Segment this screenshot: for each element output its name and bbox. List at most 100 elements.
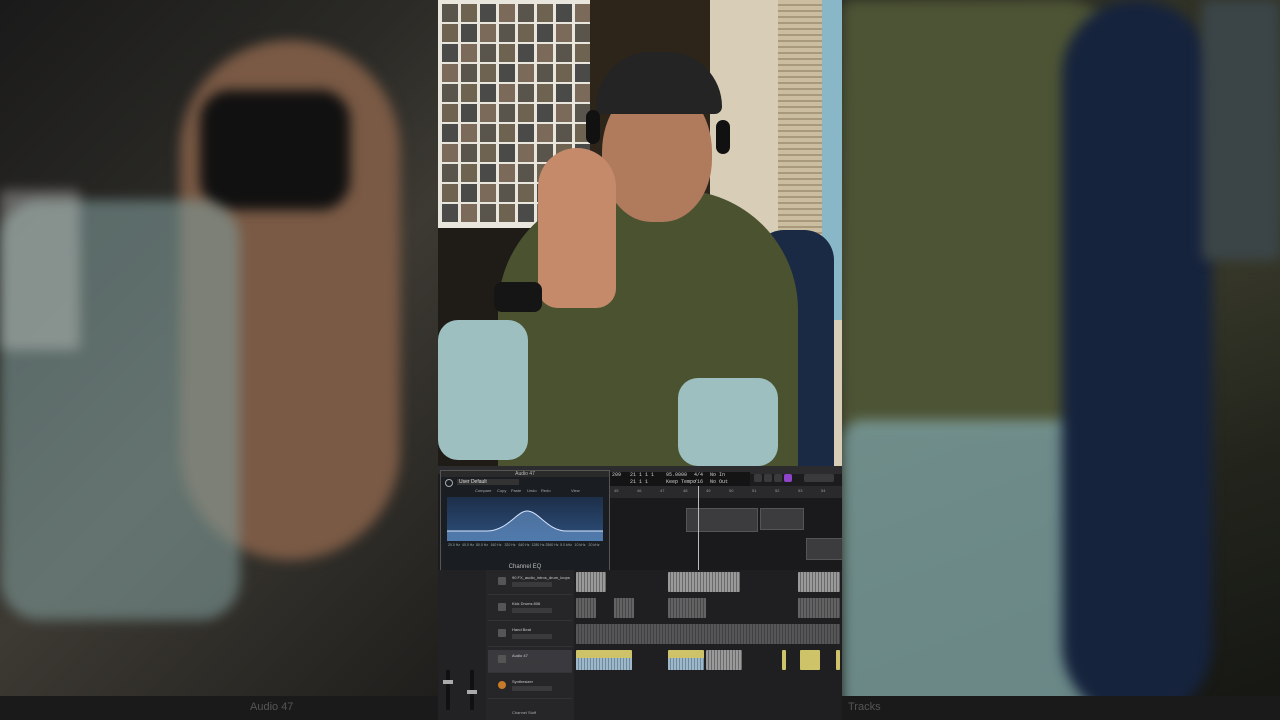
fader-cap[interactable] [467, 690, 477, 694]
synth-icon [498, 681, 506, 689]
wall-photo [537, 4, 553, 22]
eq-band-value[interactable]: 80.0 Hz [475, 543, 489, 547]
track-name[interactable]: Hand Beat [512, 627, 531, 632]
lcd-position: 21 1 1 1 [630, 472, 655, 478]
audio-region[interactable] [668, 572, 740, 592]
wall-photo [556, 44, 572, 62]
mute-solo-buttons[interactable] [512, 660, 552, 665]
eq-band-value[interactable]: 320 Hz [503, 543, 517, 547]
channel-fader-left[interactable] [446, 670, 450, 710]
wall-photo [442, 104, 458, 122]
lcd-tempo[interactable]: 95.0000 [666, 472, 687, 479]
ruler-tick: 50 [729, 488, 734, 493]
blurred-keyboard [0, 190, 80, 350]
track-header[interactable]: Kick Drums 806 [488, 598, 572, 621]
wall-photo [518, 44, 534, 62]
view-menu[interactable]: View [571, 488, 580, 493]
wall-photo [499, 84, 515, 102]
compare-button[interactable]: Compare [475, 488, 491, 493]
mute-solo-buttons[interactable] [512, 608, 552, 613]
solo-button[interactable] [784, 474, 792, 482]
headphone-right [716, 120, 730, 154]
wall-photo [556, 64, 572, 82]
audio-region[interactable] [836, 650, 840, 670]
lcd-key[interactable]: No In [710, 472, 725, 479]
track-headers: 90 FX_audio_intros_drum_loops Kick Drums… [486, 570, 574, 720]
lcd-tempo-mode[interactable]: Keep Tempo [666, 479, 696, 486]
audio-region[interactable] [576, 598, 596, 618]
wall-photo [461, 204, 477, 222]
mute-solo-buttons[interactable] [512, 634, 552, 639]
track-header-selected[interactable]: Audio 47 [488, 650, 572, 673]
wall-photo [575, 4, 591, 22]
audio-region[interactable] [800, 650, 820, 670]
wall-photo [518, 144, 534, 162]
redo-button[interactable]: Redo [541, 488, 551, 493]
wall-photo [442, 184, 458, 202]
eq-graph[interactable] [447, 497, 603, 541]
wall-photo [556, 24, 572, 42]
playhead[interactable] [698, 486, 699, 571]
wall-photo [480, 4, 496, 22]
audio-region[interactable] [576, 572, 606, 592]
lcd-out[interactable]: No Out [710, 479, 728, 486]
wall-photo [537, 44, 553, 62]
track-name[interactable]: Audio 47 [512, 653, 528, 658]
eq-band-value[interactable]: 20.0 Hz [447, 543, 461, 547]
tuner-button[interactable] [774, 474, 782, 482]
plugin-header-buttons: Compare Copy Paste Undo Redo View [445, 488, 605, 493]
eq-band-value[interactable]: 40.0 Hz [461, 543, 475, 547]
region[interactable] [760, 508, 804, 530]
track-name[interactable]: Kick Drums 806 [512, 601, 540, 606]
wall-photo [461, 164, 477, 182]
track-header[interactable]: 90 FX_audio_intros_drum_loops [488, 572, 572, 595]
track-header[interactable]: Hand Beat [488, 624, 572, 647]
preset-menu[interactable]: User Default [457, 479, 519, 485]
audio-region[interactable] [798, 572, 840, 592]
undo-button[interactable]: Undo [527, 488, 537, 493]
audio-region[interactable] [576, 624, 840, 644]
wall-photo [461, 124, 477, 142]
blurred-window [1202, 0, 1280, 260]
wall-photo [442, 204, 458, 222]
mute-solo-buttons[interactable] [512, 686, 552, 691]
paste-button[interactable]: Paste [511, 488, 521, 493]
mute-solo-buttons[interactable] [512, 582, 552, 587]
eq-band-value[interactable]: 10 kHz [573, 543, 587, 547]
wall-photo [461, 4, 477, 22]
eq-band-value[interactable]: 1280 Hz [531, 543, 545, 547]
audio-region[interactable] [782, 650, 786, 670]
eq-band-value[interactable]: 20 kHz [587, 543, 601, 547]
lcd-time-signature[interactable]: 4/4 [694, 472, 703, 479]
fader-cap[interactable] [443, 680, 453, 684]
track-name[interactable]: 90 FX_audio_intros_drum_loops [512, 575, 570, 580]
eq-band-value[interactable]: 160 Hz [489, 543, 503, 547]
bar-ruler[interactable]: 45 46 47 48 49 50 51 52 53 54 [610, 486, 842, 498]
eq-band-value[interactable]: 2560 Hz [545, 543, 559, 547]
region[interactable] [686, 508, 758, 532]
region[interactable] [806, 538, 842, 560]
track-name[interactable]: Synthesizer [512, 679, 533, 684]
wall-photo [480, 124, 496, 142]
track-header[interactable]: Synthesizer [488, 676, 572, 699]
lcd-division[interactable]: /16 [694, 479, 703, 486]
right-sleeve [678, 378, 778, 466]
audio-region[interactable] [706, 650, 742, 670]
copy-button[interactable]: Copy [497, 488, 506, 493]
eq-band-value[interactable]: 5.0 kHz [559, 543, 573, 547]
wall-photo [480, 164, 496, 182]
wall-photo [442, 164, 458, 182]
audio-region[interactable] [614, 598, 634, 618]
ruler-tick: 53 [798, 488, 803, 493]
audio-region[interactable] [798, 598, 840, 618]
metronome-button[interactable] [754, 474, 762, 482]
master-volume-slider[interactable] [804, 474, 834, 482]
audio-region[interactable] [668, 598, 706, 618]
eq-band-value[interactable]: 640 Hz [517, 543, 531, 547]
count-in-button[interactable] [764, 474, 772, 482]
wall-photo [537, 64, 553, 82]
wall-photo [518, 164, 534, 182]
ruler-tick: 47 [660, 488, 665, 493]
power-icon[interactable] [445, 479, 453, 487]
wall-photo [442, 84, 458, 102]
